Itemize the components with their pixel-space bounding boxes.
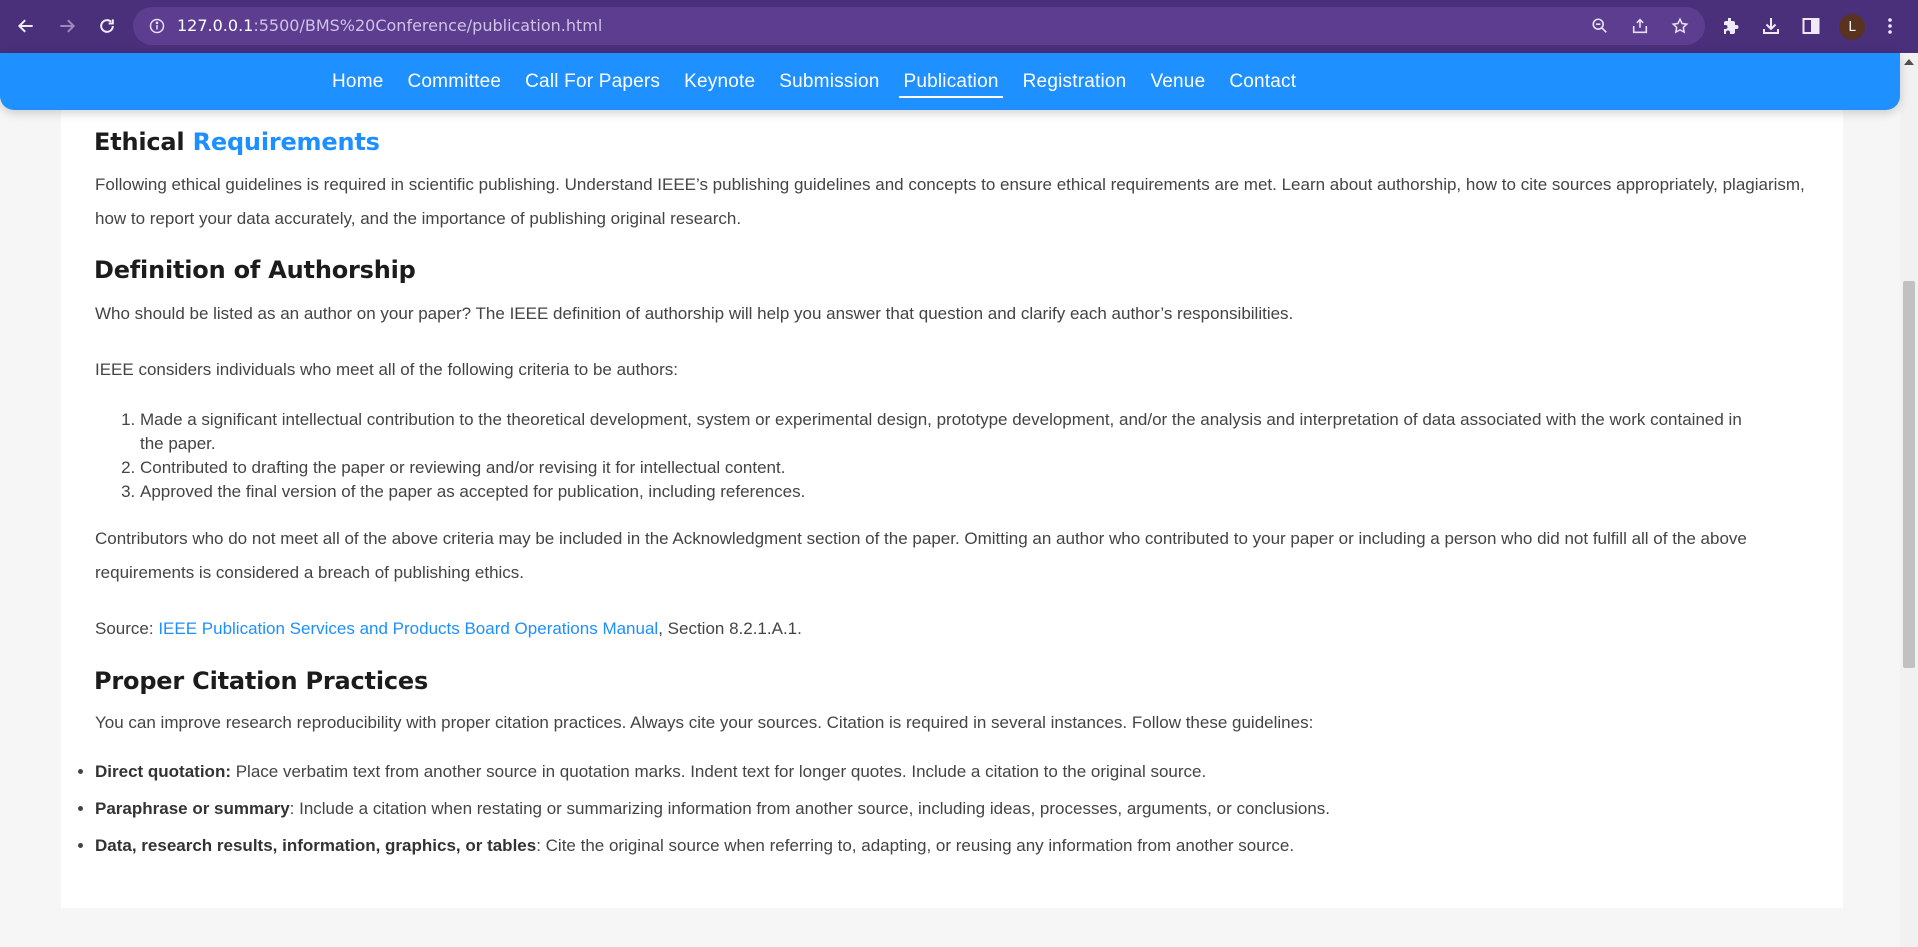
browser-toolbar: 127.0.0.1:5500/BMS%20Conference/publicat… [0, 0, 1918, 53]
contributors-text: Contributors who do not meet all of the … [95, 529, 1747, 582]
source-suffix: , Section 8.2.1.A.1. [658, 619, 802, 638]
guideline-text: : Include a citation when restating or s… [289, 799, 1331, 818]
nav-venue[interactable]: Venue [1138, 53, 1217, 110]
address-bar[interactable]: 127.0.0.1:5500/BMS%20Conference/publicat… [133, 7, 1705, 45]
source-line: Source: IEEE Publication Services and Pr… [95, 612, 1815, 646]
nav-keynote[interactable]: Keynote [672, 53, 767, 110]
criteria-list: Made a significant intellectual contribu… [95, 408, 1745, 504]
nav-home[interactable]: Home [320, 53, 395, 110]
source-label: Source: [95, 619, 159, 638]
guideline-term: Direct quotation: [95, 762, 231, 781]
site-navbar: Home Committee Call For Papers Keynote S… [0, 53, 1900, 110]
ethical-body: Following ethical guidelines is required… [95, 175, 1805, 228]
profile-avatar[interactable]: L [1839, 14, 1865, 40]
guideline-text: Place verbatim text from another source … [231, 762, 1207, 781]
criteria-intro: IEEE considers individuals who meet all … [95, 360, 679, 379]
extensions-icon[interactable] [1721, 16, 1741, 36]
forward-icon[interactable] [55, 14, 79, 38]
ethical-heading-accent: Requirements [192, 128, 380, 156]
citation-heading: Proper Citation Practices [94, 667, 429, 695]
nav-registration[interactable]: Registration [1011, 53, 1139, 110]
reload-icon[interactable] [95, 14, 119, 38]
nav-committee[interactable]: Committee [395, 53, 513, 110]
scroll-up-icon[interactable] [1904, 59, 1914, 65]
guideline-text: : Cite the original source when referrin… [536, 836, 1295, 855]
guideline-term: Paraphrase or summary [95, 799, 290, 818]
bookmark-star-icon[interactable] [1671, 17, 1689, 35]
guideline-item: Data, research results, information, gra… [95, 834, 1815, 858]
ethical-heading-text: Ethical [94, 128, 185, 156]
zoom-icon[interactable] [1591, 17, 1609, 35]
ethical-heading: Ethical Requirements [94, 128, 380, 156]
guideline-item: Paraphrase or summary: Include a citatio… [95, 797, 1815, 821]
citation-intro: You can improve research reproducibility… [95, 713, 1314, 732]
source-link[interactable]: IEEE Publication Services and Products B… [158, 619, 658, 638]
site-info-icon[interactable] [149, 18, 165, 34]
nav-submission[interactable]: Submission [767, 53, 891, 110]
nav-contact[interactable]: Contact [1217, 53, 1308, 110]
nav-call-for-papers[interactable]: Call For Papers [513, 53, 672, 110]
download-icon[interactable] [1761, 16, 1781, 36]
guideline-item: Direct quotation: Place verbatim text fr… [95, 760, 1815, 784]
menu-kebab-icon[interactable] [1880, 16, 1900, 36]
nav-publication[interactable]: Publication [891, 53, 1010, 110]
scrollbar-thumb[interactable] [1903, 281, 1915, 668]
page-scrollbar[interactable] [1900, 53, 1918, 947]
nav-list: Home Committee Call For Papers Keynote S… [320, 53, 1308, 110]
criteria-item: Made a significant intellectual contribu… [140, 408, 1745, 456]
guideline-term: Data, research results, information, gra… [95, 836, 537, 855]
guidelines-list: Direct quotation: Place verbatim text fr… [75, 760, 1815, 871]
url-text: 127.0.0.1:5500/BMS%20Conference/publicat… [177, 16, 603, 35]
side-panel-icon[interactable] [1801, 16, 1821, 36]
criteria-item: Contributed to drafting the paper or rev… [140, 456, 1745, 480]
authorship-intro: Who should be listed as an author on you… [95, 304, 1294, 323]
authorship-heading: Definition of Authorship [94, 256, 416, 284]
share-icon[interactable] [1631, 17, 1649, 35]
criteria-item: Approved the final version of the paper … [140, 480, 1745, 504]
back-icon[interactable] [14, 14, 38, 38]
